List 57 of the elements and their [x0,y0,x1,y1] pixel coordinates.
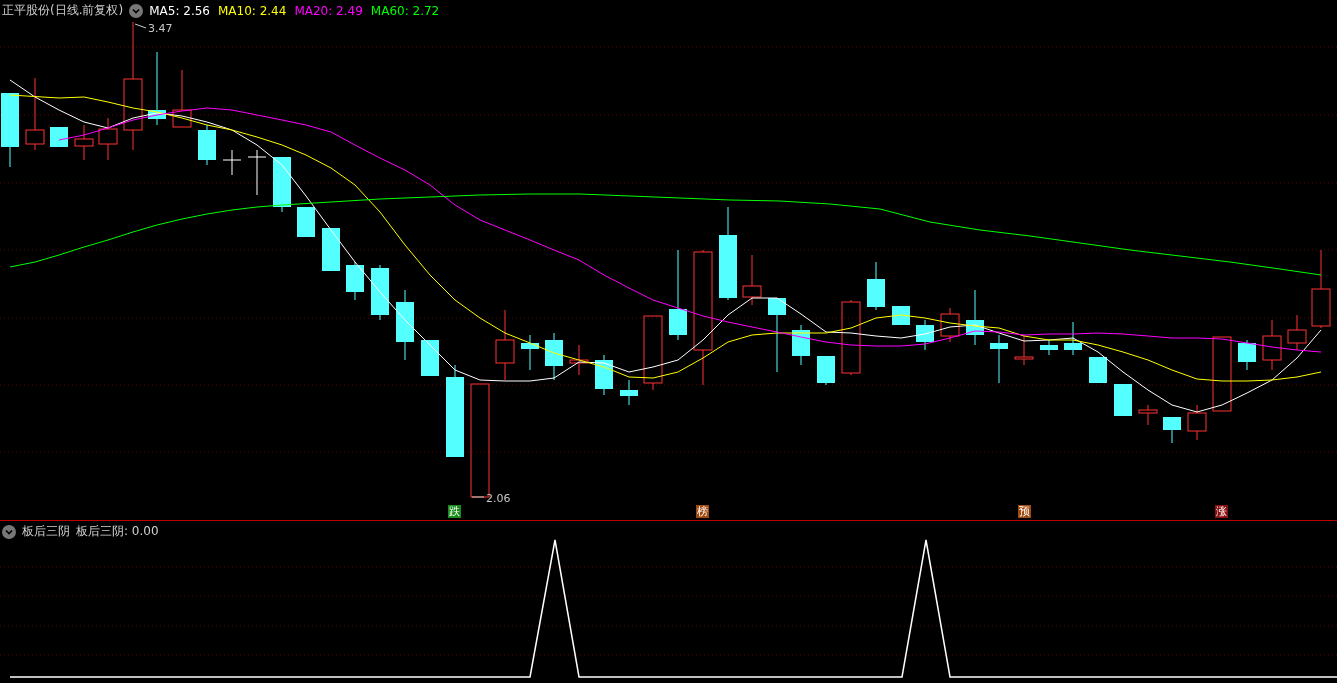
chart-title: 正平股份(日线.前复权) [2,2,124,19]
candlestick [98,117,118,161]
candlestick [990,334,1008,384]
candlestick [198,124,216,166]
candlestick [1163,416,1181,444]
moving-average-value: MA5: 2.56 [149,3,210,18]
candlestick [247,149,267,196]
signal-badge: 榜 [696,505,709,518]
candlestick [545,332,563,381]
candlestick [916,319,934,351]
candlestick [1064,321,1082,356]
moving-average-value: MA60: 2.72 [370,3,440,18]
candlestick [1138,404,1158,426]
signal-badge: 跌 [448,505,461,518]
signal-badge: 预 [1018,505,1031,518]
moving-average-value: MA20: 2.49 [294,3,363,18]
candlestick [273,156,291,213]
candlestick [1262,319,1282,371]
candlestick [521,334,539,371]
candlestick [1187,404,1207,441]
candlestick [297,206,315,238]
candlestick [620,379,638,406]
candlestick [396,289,414,361]
candlestick [569,344,589,376]
low-price-label: 2.06 [486,492,511,505]
candlestick [742,254,762,306]
dropdown-icon[interactable] [2,524,16,539]
candlestick [222,149,242,176]
candlestick [966,289,984,346]
moving-average-value: MA10: 2.44 [217,3,287,18]
leader-line [471,496,485,498]
candlestick [371,264,389,321]
leader-line [134,23,147,29]
candlestick [867,261,885,311]
candlestick [817,355,835,386]
candlestick [595,354,613,396]
candlestick [50,126,68,148]
dropdown-icon[interactable] [129,3,144,18]
candlestick [1114,383,1132,417]
candlestick [1014,334,1034,366]
candlestick [495,309,515,381]
signal-badge: 涨 [1215,505,1228,518]
candlestick [792,324,810,366]
candlestick [1040,339,1058,356]
candlestick [322,227,340,272]
candlestick [1238,339,1256,371]
candlestick [346,261,364,301]
candlestick [172,69,192,128]
candlestick [940,307,960,343]
indicator-name: 板后三阴 [22,523,70,540]
high-price-label: 3.47 [148,22,173,35]
candlestick [421,339,439,377]
candlestick [1089,356,1107,384]
candlestick [892,305,910,326]
candlestick [1287,314,1307,351]
indicator-value: 板后三阴: 0.00 [76,523,159,540]
candlestick [74,124,94,161]
